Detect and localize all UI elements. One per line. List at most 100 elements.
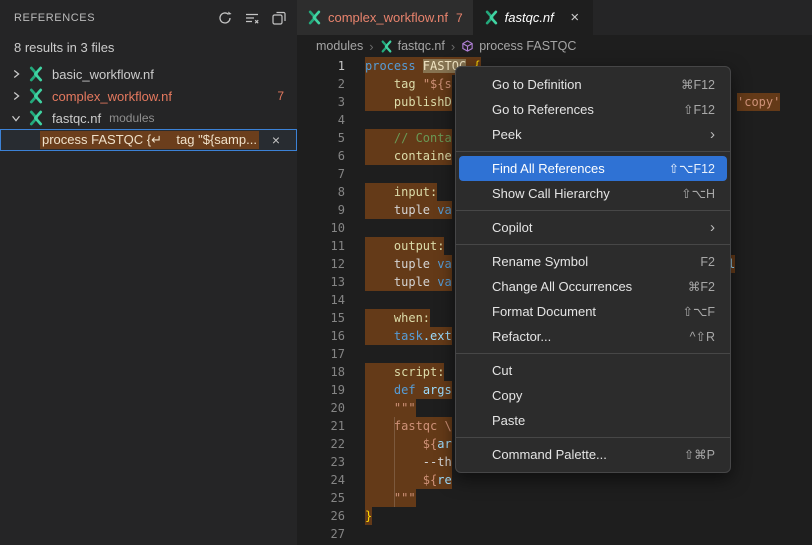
menu-shortcut: ⌘F12 [681,77,715,92]
menu-item-go-to-references[interactable]: Go to References⇧F12 [459,97,727,122]
line-number: 15 [297,309,345,327]
menu-item-peek[interactable]: Peek› [459,122,727,147]
nextflow-file-icon [307,10,322,25]
line-number: 6 [297,147,345,165]
tree-item-fastqc[interactable]: fastqc.nf modules [0,107,297,129]
line-number: 4 [297,111,345,129]
reference-snippet: process FASTQC {↵ tag "${samp... [40,131,259,149]
line-number: 7 [297,165,345,183]
reference-result-selected[interactable]: process FASTQC {↵ tag "${samp... × [0,129,297,151]
line-number: 1 [297,57,345,75]
tab-label: fastqc.nf [505,10,554,25]
line-number: 17 [297,345,345,363]
code-line-27[interactable]: 27 [297,525,812,543]
nextflow-file-icon [28,110,44,126]
menu-shortcut: ⇧⌥H [681,186,715,201]
menu-item-change-all-occurrences[interactable]: Change All Occurrences⌘F2 [459,274,727,299]
line-number: 5 [297,129,345,147]
menu-item-show-call-hierarchy[interactable]: Show Call Hierarchy⇧⌥H [459,181,727,206]
code-text: tuple va [365,201,452,219]
code-text: """ [365,399,416,417]
dismiss-result-icon[interactable]: × [268,132,284,148]
menu-item-go-to-definition[interactable]: Go to Definition⌘F12 [459,72,727,97]
line-number: 8 [297,183,345,201]
menu-separator [456,353,730,354]
line-number: 13 [297,273,345,291]
code-text: containe [365,147,452,165]
line-number: 2 [297,75,345,93]
menu-item-rename-symbol[interactable]: Rename SymbolF2 [459,249,727,274]
line-number: 16 [297,327,345,345]
line-number: 3 [297,93,345,111]
line-number: 11 [297,237,345,255]
tab-fastqc[interactable]: fastqc.nf × [474,0,593,35]
code-text: // Conta [365,129,452,147]
line-number: 24 [297,471,345,489]
result-count-badge: 7 [277,89,284,103]
line-number: 18 [297,363,345,381]
refresh-icon[interactable] [215,8,235,28]
indent-guide [394,417,395,507]
code-line-24[interactable]: 24 ${re [297,471,812,489]
menu-item-paste[interactable]: Paste [459,408,727,433]
menu-item-refactor[interactable]: Refactor...^⇧R [459,324,727,349]
line-number: 26 [297,507,345,525]
line-number: 21 [297,417,345,435]
references-panel: REFERENCES 8 results in 3 files basic_wo… [0,0,297,545]
tab-complex-workflow[interactable]: complex_workflow.nf 7 [297,0,474,35]
code-text: script: [365,363,444,381]
menu-item-command-palette[interactable]: Command Palette...⇧⌘P [459,442,727,467]
clear-results-icon[interactable] [242,8,262,28]
line-number: 27 [297,525,345,543]
code-line-26[interactable]: 26} [297,507,812,525]
code-text: fastqc \ [365,417,452,435]
nextflow-file-icon [28,66,44,82]
file-name: complex_workflow.nf [52,89,172,104]
code-line-25[interactable]: 25 """ [297,489,812,507]
menu-item-copilot[interactable]: Copilot› [459,215,727,240]
menu-item-copy[interactable]: Copy [459,383,727,408]
code-text: ${re [365,471,452,489]
file-name: fastqc.nf [52,111,101,126]
chevron-right-icon[interactable] [8,66,24,82]
breadcrumb-separator: › [451,39,455,54]
tab-bar: complex_workflow.nf 7 fastqc.nf × [297,0,812,35]
breadcrumb-fastqc[interactable]: fastqc.nf [380,39,445,53]
code-text: } [365,507,372,525]
nextflow-file-icon [484,10,499,25]
menu-shortcut: ⇧⌥F [682,304,715,319]
panel-title: REFERENCES [14,12,215,24]
menu-shortcut: F2 [700,255,715,269]
collapse-all-icon[interactable] [269,8,289,28]
code-text: tag "${s [365,75,452,93]
breadcrumb: modules › fastqc.nf › process FASTQC [297,35,812,57]
tab-problem-badge: 7 [456,11,463,25]
menu-shortcut: ⌘F2 [688,279,715,294]
menu-item-cut[interactable]: Cut [459,358,727,383]
submenu-arrow-icon: › [710,127,715,142]
tree-item-complex-workflow[interactable]: complex_workflow.nf 7 [0,85,297,107]
code-text: input: [365,183,437,201]
tree-item-basic-workflow[interactable]: basic_workflow.nf [0,63,297,85]
menu-item-format-document[interactable]: Format Document⇧⌥F [459,299,727,324]
close-tab-icon[interactable]: × [568,9,582,26]
code-text: publishD [365,93,452,111]
chevron-right-icon[interactable] [8,88,24,104]
editor-context-menu: Go to Definition⌘F12Go to References⇧F12… [455,66,731,473]
file-name: basic_workflow.nf [52,67,154,82]
menu-shortcut: ^⇧R [690,329,715,344]
chevron-down-icon[interactable] [8,110,24,126]
line-number: 12 [297,255,345,273]
menu-item-find-all-references[interactable]: Find All References⇧⌥F12 [459,156,727,181]
results-summary: 8 results in 3 files [0,36,297,61]
menu-shortcut: ⇧F12 [683,102,715,117]
breadcrumb-process-fastqc[interactable]: process FASTQC [461,39,576,53]
code-text: output: [365,237,444,255]
breadcrumb-separator: › [369,39,373,54]
breadcrumb-modules[interactable]: modules [316,39,363,53]
line-number: 20 [297,399,345,417]
references-panel-header: REFERENCES [0,0,297,36]
code-text: def args [365,381,452,399]
code-text: when: [365,309,430,327]
code-text: tuple va [365,273,452,291]
